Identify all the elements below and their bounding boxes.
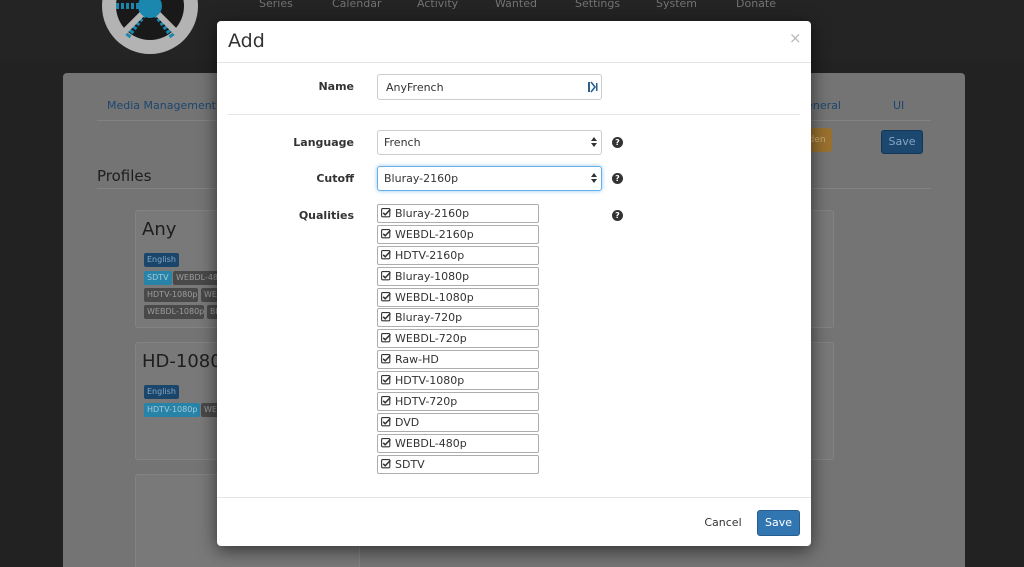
- modal-title: Add: [228, 30, 265, 52]
- quality-item[interactable]: Bluray-720p: [377, 308, 539, 328]
- cutoff-select[interactable]: Bluray-2160p: [377, 166, 602, 191]
- cancel-button[interactable]: Cancel: [701, 511, 745, 535]
- language-select[interactable]: French: [377, 130, 602, 155]
- quality-item[interactable]: WEBDL-720p: [377, 329, 539, 349]
- language-select-value: French: [384, 136, 421, 149]
- quality-item-label: WEBDL-2160p: [395, 227, 474, 241]
- quality-item[interactable]: HDTV-2160p: [377, 245, 539, 265]
- quality-item-label: Bluray-2160p: [395, 207, 470, 220]
- quality-item[interactable]: WEBDL-2160p: [377, 224, 539, 244]
- quality-item-label: WEBDL-1080p: [395, 290, 474, 304]
- quality-item[interactable]: DVD: [377, 412, 539, 432]
- checkbox-checked-icon[interactable]: [381, 437, 391, 448]
- password-manager-icon[interactable]: [588, 80, 598, 94]
- name-label: Name: [318, 80, 354, 93]
- checkbox-checked-icon[interactable]: [381, 396, 391, 406]
- cutoff-help-icon[interactable]: ?: [612, 173, 623, 184]
- checkbox-checked-icon[interactable]: [381, 354, 391, 364]
- quality-item[interactable]: HDTV-720p: [377, 392, 539, 412]
- quality-item-label: HDTV-2160p: [395, 248, 465, 262]
- name-field-wrapper: [377, 74, 602, 100]
- quality-item[interactable]: WEBDL-480p: [377, 433, 539, 453]
- qualities-help-icon[interactable]: ?: [612, 210, 623, 221]
- quality-item-label: SDTV: [395, 457, 425, 471]
- checkbox-checked-icon[interactable]: [381, 208, 391, 218]
- language-help-icon[interactable]: ?: [612, 137, 623, 148]
- checkbox-checked-icon[interactable]: [381, 333, 391, 343]
- quality-item[interactable]: SDTV: [377, 454, 539, 474]
- save-button[interactable]: Save: [757, 510, 800, 536]
- qualities-label: Qualities: [298, 209, 354, 222]
- quality-item-label: WEBDL-480p: [395, 436, 467, 450]
- select-arrows-icon: [591, 173, 597, 183]
- quality-item[interactable]: HDTV-1080p: [377, 371, 539, 391]
- quality-item-label: HDTV-720p: [395, 395, 458, 409]
- modal-header: Add ×: [217, 21, 811, 63]
- checkbox-checked-icon[interactable]: [381, 228, 391, 239]
- cutoff-select-value: Bluray-2160p: [384, 172, 459, 185]
- quality-item-label: Bluray-720p: [395, 311, 463, 325]
- quality-item[interactable]: Bluray-2160p: [377, 204, 539, 223]
- add-profile-modal: Add × Name Language French ? Cutoff Blur…: [217, 21, 811, 546]
- language-label: Language: [293, 136, 354, 149]
- close-icon[interactable]: ×: [789, 29, 802, 47]
- form-divider: [228, 114, 800, 115]
- checkbox-checked-icon[interactable]: [381, 270, 391, 281]
- qualities-list: Bluray-2160p WEBDL-2160p HDTV-2160p Bluray-…: [377, 204, 539, 476]
- checkbox-checked-icon[interactable]: [381, 312, 391, 322]
- quality-item-label: DVD: [395, 415, 420, 429]
- modal-footer: Cancel Save: [217, 497, 811, 546]
- quality-item[interactable]: Raw-HD: [377, 350, 539, 370]
- quality-item[interactable]: Bluray-1080p: [377, 266, 539, 286]
- quality-item-label: Raw-HD: [395, 353, 439, 367]
- cutoff-label: Cutoff: [316, 172, 354, 185]
- quality-item-label: Bluray-1080p: [395, 269, 470, 283]
- quality-item[interactable]: WEBDL-1080p: [377, 287, 539, 307]
- checkbox-checked-icon[interactable]: [381, 458, 391, 469]
- checkbox-checked-icon[interactable]: [381, 375, 391, 385]
- checkbox-checked-icon[interactable]: [381, 416, 391, 427]
- name-input[interactable]: [378, 75, 588, 99]
- quality-item-label: HDTV-1080p: [395, 374, 465, 388]
- checkbox-checked-icon[interactable]: [381, 249, 391, 260]
- select-arrows-icon: [591, 137, 597, 147]
- checkbox-checked-icon[interactable]: [381, 291, 391, 302]
- quality-item-label: WEBDL-720p: [395, 332, 467, 346]
